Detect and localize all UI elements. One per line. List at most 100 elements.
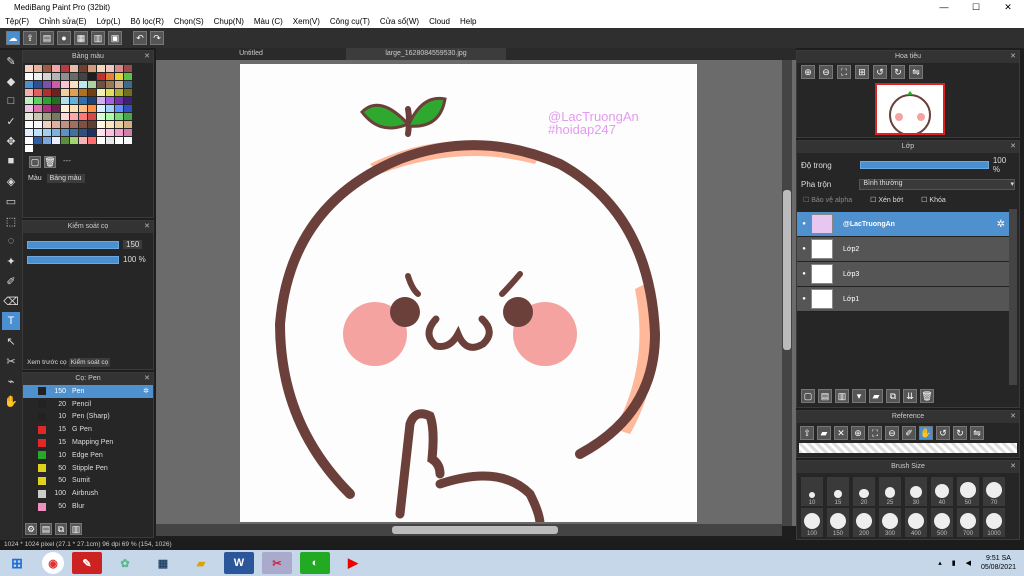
brush-item[interactable]: 15 G Pen	[23, 423, 153, 436]
merge-layer-icon[interactable]: ⇊	[903, 389, 917, 403]
color-swatch[interactable]	[124, 105, 132, 112]
panel-close-icon[interactable]: ✕	[1010, 51, 1016, 63]
layer-scrollbar[interactable]	[1009, 209, 1017, 385]
operation-tool-icon[interactable]: ↖	[2, 332, 20, 350]
eye-icon[interactable]: ●	[797, 246, 811, 252]
menu-view[interactable]: Xem(V)	[288, 17, 325, 26]
layer-row[interactable]: ● @LacTruongAn ✲	[797, 212, 1009, 237]
eraser-tool-icon[interactable]: ◆	[2, 72, 20, 90]
lock-checkbox[interactable]: ☐ Khóa	[921, 196, 946, 204]
navigator-preview[interactable]	[875, 83, 945, 136]
color-swatch[interactable]	[97, 65, 105, 72]
color-swatch[interactable]	[124, 113, 132, 120]
color-swatch[interactable]	[124, 137, 132, 144]
grid-icon[interactable]: ▦	[74, 31, 88, 45]
color-swatch[interactable]	[25, 105, 33, 112]
eyedropper-icon[interactable]: ✐	[902, 426, 916, 440]
redo-icon[interactable]: ↷	[150, 31, 164, 45]
move-tool-icon[interactable]: ✥	[2, 132, 20, 150]
flip-icon[interactable]: ⇋	[909, 65, 923, 79]
upload-icon[interactable]: ⇧	[800, 426, 814, 440]
brush-size-option[interactable]: 30	[905, 477, 927, 506]
color-swatch[interactable]	[25, 121, 33, 128]
color-swatch[interactable]	[88, 81, 96, 88]
panel-close-icon[interactable]: ✕	[144, 221, 150, 233]
vertical-scrollbar[interactable]	[782, 60, 792, 526]
color-swatch[interactable]	[79, 129, 87, 136]
tray-arrow-icon[interactable]: ▴	[938, 559, 942, 567]
tab-active-document[interactable]: large_1628084559530.jpg	[346, 48, 506, 60]
color-swatch[interactable]	[70, 121, 78, 128]
color-swatch[interactable]	[34, 81, 42, 88]
eye-icon[interactable]: ●	[797, 221, 811, 227]
color-swatch[interactable]	[34, 89, 42, 96]
divide-tool-icon[interactable]: ✂	[2, 352, 20, 370]
color-swatch[interactable]	[70, 97, 78, 104]
menu-color[interactable]: Màu (C)	[249, 17, 288, 26]
zoom-in-icon[interactable]: ⊕	[851, 426, 865, 440]
color-swatch[interactable]	[43, 89, 51, 96]
color-swatch[interactable]	[52, 73, 60, 80]
color-swatch[interactable]	[97, 113, 105, 120]
menu-layer[interactable]: Lớp(L)	[92, 17, 126, 26]
hand-tool-icon[interactable]: ✋	[2, 392, 20, 410]
color-swatch[interactable]	[124, 121, 132, 128]
color-swatch[interactable]	[34, 121, 42, 128]
brush-size-option[interactable]: 25	[879, 477, 901, 506]
maximize-button[interactable]: ☐	[960, 0, 992, 14]
text-tool-icon[interactable]: T	[2, 312, 20, 330]
color-swatch[interactable]	[124, 89, 132, 96]
select-eraser-icon[interactable]: ⌫	[2, 292, 20, 310]
chrome-icon[interactable]: ◉	[42, 552, 64, 574]
layer-opacity-slider[interactable]	[859, 161, 989, 169]
color-swatch[interactable]	[115, 89, 123, 96]
color-swatch[interactable]	[25, 137, 33, 144]
undo-icon[interactable]: ↶	[133, 31, 147, 45]
brush-size-option[interactable]: 100	[801, 508, 823, 537]
gear-icon[interactable]: ✲	[997, 219, 1009, 230]
menu-tools[interactable]: Công cụ(T)	[325, 17, 375, 26]
speech-icon[interactable]: ●	[57, 31, 71, 45]
color-swatch[interactable]	[115, 81, 123, 88]
rect-tool-icon[interactable]: □	[2, 92, 20, 110]
color-swatch[interactable]	[88, 65, 96, 72]
duplicate-layer-icon[interactable]: ⧉	[886, 389, 900, 403]
color-swatch[interactable]	[79, 113, 87, 120]
brush-item[interactable]: 150 Pen ✲	[23, 385, 153, 398]
color-swatch[interactable]	[52, 97, 60, 104]
color-swatch[interactable]	[97, 137, 105, 144]
brush-size-option[interactable]: 10	[801, 477, 823, 506]
color-swatch[interactable]	[70, 65, 78, 72]
tab-brush-preview[interactable]: Xem trước cọ	[25, 358, 69, 367]
brush-item[interactable]: 50 Sumit	[23, 475, 153, 488]
layer-row[interactable]: ● Lớp2	[797, 237, 1009, 262]
eyedropper-icon[interactable]: ⌁	[2, 372, 20, 390]
color-swatch[interactable]	[34, 105, 42, 112]
magic-wand-icon[interactable]: ✦	[2, 252, 20, 270]
color-swatch[interactable]	[106, 121, 114, 128]
clipping-checkbox[interactable]: ☐ Xén bớt	[870, 196, 903, 204]
close-button[interactable]: ✕	[992, 0, 1024, 14]
color-swatch[interactable]	[124, 97, 132, 104]
export-icon[interactable]: ⇪	[23, 31, 37, 45]
color-swatch[interactable]	[25, 89, 33, 96]
color-swatch[interactable]	[61, 65, 69, 72]
color-swatch[interactable]	[25, 73, 33, 80]
paint-palette-icon[interactable]: ✿	[110, 552, 140, 574]
close-reference-icon[interactable]: ✕	[834, 426, 848, 440]
network-icon[interactable]: ▮	[952, 559, 956, 567]
gradient-tool-icon[interactable]: ▭	[2, 192, 20, 210]
printer-icon[interactable]: ▦	[148, 552, 178, 574]
color-swatch[interactable]	[88, 137, 96, 144]
color-swatch[interactable]	[25, 65, 33, 72]
color-swatch[interactable]	[25, 145, 33, 152]
panel-close-icon[interactable]: ✕	[144, 373, 150, 385]
layers-icon[interactable]: ▤	[40, 31, 54, 45]
color-swatch[interactable]	[97, 89, 105, 96]
color-swatch[interactable]	[97, 73, 105, 80]
color-swatch[interactable]	[115, 113, 123, 120]
color-swatch[interactable]	[79, 97, 87, 104]
brush-item[interactable]: 20 Pencil	[23, 398, 153, 411]
rotate-right-icon[interactable]: ↻	[953, 426, 967, 440]
new-8bit-icon[interactable]: ▥	[835, 389, 849, 403]
